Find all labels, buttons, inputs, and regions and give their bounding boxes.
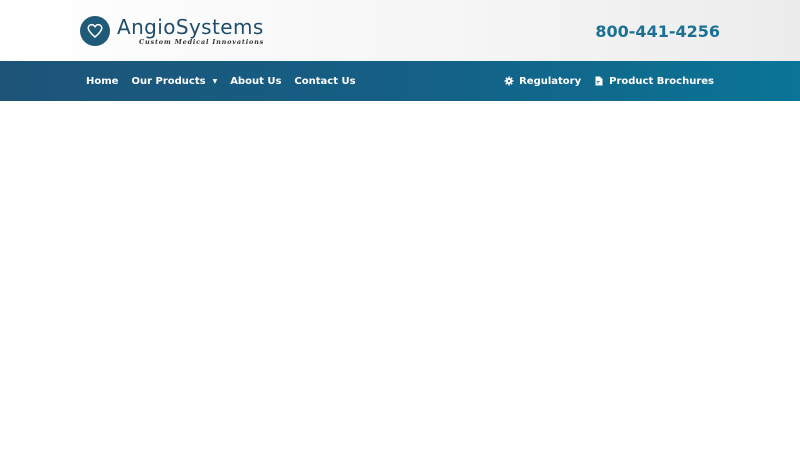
phone-link[interactable]: 800-441-4256 — [595, 22, 720, 42]
heart-icon — [80, 16, 110, 46]
brand-name: AngioSystems — [117, 15, 264, 39]
logo-text: AngioSystems Custom Medical Innovations — [117, 16, 264, 46]
nav-regulatory[interactable]: Regulatory — [504, 76, 581, 87]
document-icon — [595, 76, 603, 86]
nav-about-us-label: About Us — [230, 75, 282, 87]
nav-left: Home Our Products ▼ About Us Contact Us — [86, 61, 369, 101]
main-navbar: Home Our Products ▼ About Us Contact Us — [0, 61, 800, 101]
brand-tagline: Custom Medical Innovations — [139, 38, 265, 46]
nav-right: Regulatory Product Brochures — [491, 61, 714, 101]
nav-product-brochures-label: Product Brochures — [609, 75, 714, 87]
nav-product-brochures[interactable]: Product Brochures — [594, 76, 714, 87]
nav-our-products-label: Our Products — [131, 75, 206, 87]
nav-our-products[interactable]: Our Products ▼ — [131, 76, 217, 87]
nav-home[interactable]: Home — [86, 76, 118, 87]
page-content — [0, 101, 800, 450]
nav-regulatory-label: Regulatory — [519, 75, 582, 87]
nav-home-label: Home — [86, 75, 119, 87]
caret-down-icon: ▼ — [212, 77, 218, 85]
nav-about-us[interactable]: About Us — [230, 76, 281, 87]
site-logo[interactable]: AngioSystems Custom Medical Innovations — [80, 14, 264, 48]
site-header: AngioSystems Custom Medical Innovations … — [0, 0, 800, 61]
gear-icon — [504, 76, 514, 86]
nav-contact-us[interactable]: Contact Us — [294, 76, 355, 87]
nav-contact-us-label: Contact Us — [294, 75, 356, 87]
